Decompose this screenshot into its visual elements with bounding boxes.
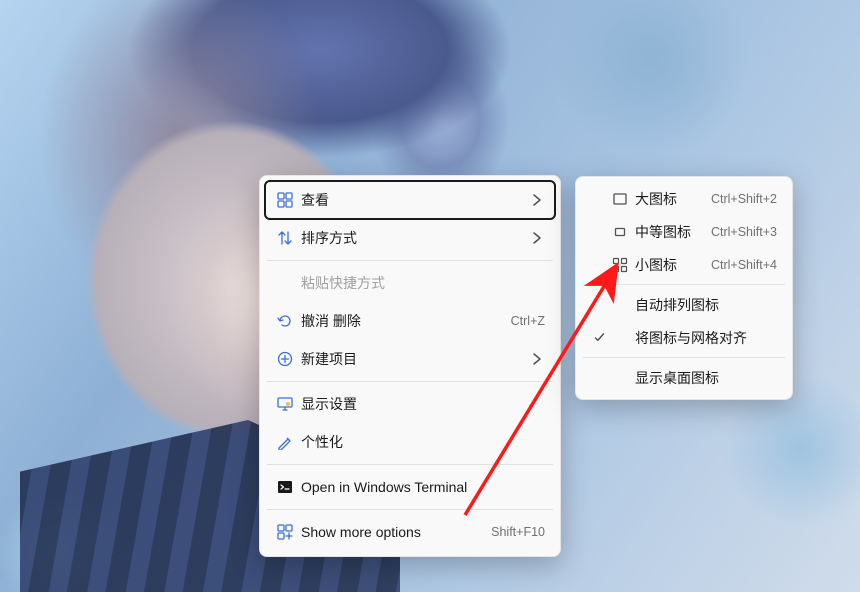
desktop-context-menu: 查看 排序方式 粘贴快捷方式 撤消 删除 Ctrl+Z 新建项目 显示设置 个性… — [259, 175, 561, 557]
menu-item-shortcut: Ctrl+Z — [511, 314, 545, 328]
chevron-right-icon — [529, 192, 545, 208]
menu-item-label: 撤消 删除 — [297, 311, 511, 331]
menu-item-shortcut: Ctrl+Shift+3 — [711, 225, 777, 239]
menu-separator — [583, 357, 785, 358]
submenu-show-desktop-icons[interactable]: 显示桌面图标 — [581, 361, 787, 394]
menu-item-label: 显示桌面图标 — [631, 368, 777, 388]
menu-item-label: 查看 — [297, 190, 529, 210]
menu-open-terminal[interactable]: Open in Windows Terminal — [265, 468, 555, 506]
menu-item-label: 粘贴快捷方式 — [297, 273, 545, 293]
menu-item-label: 排序方式 — [297, 228, 529, 248]
submenu-small-icons[interactable]: 小图标 Ctrl+Shift+4 — [581, 248, 787, 281]
menu-separator — [267, 381, 553, 382]
menu-item-label: 大图标 — [631, 189, 711, 209]
menu-item-label: 个性化 — [297, 432, 545, 452]
display-icon — [273, 396, 297, 412]
terminal-icon — [273, 479, 297, 495]
check-icon — [589, 331, 609, 344]
submenu-medium-icons[interactable]: 中等图标 Ctrl+Shift+3 — [581, 215, 787, 248]
menu-item-label: 自动排列图标 — [631, 295, 777, 315]
menu-separator — [267, 260, 553, 261]
grid-small-icon — [609, 257, 631, 273]
menu-item-label: 将图标与网格对齐 — [631, 328, 777, 348]
new-icon — [273, 351, 297, 367]
menu-item-shortcut: Ctrl+Shift+4 — [711, 258, 777, 272]
menu-item-label: 新建项目 — [297, 349, 529, 369]
submenu-align-to-grid[interactable]: 将图标与网格对齐 — [581, 321, 787, 354]
chevron-right-icon — [529, 351, 545, 367]
sort-icon — [273, 230, 297, 246]
view-submenu: 大图标 Ctrl+Shift+2 中等图标 Ctrl+Shift+3 小图标 C… — [575, 176, 793, 400]
menu-new[interactable]: 新建项目 — [265, 340, 555, 378]
menu-item-label: 中等图标 — [631, 222, 711, 242]
submenu-large-icons[interactable]: 大图标 Ctrl+Shift+2 — [581, 182, 787, 215]
menu-separator — [267, 509, 553, 510]
menu-separator — [267, 464, 553, 465]
menu-item-label: 小图标 — [631, 255, 711, 275]
menu-undo-delete[interactable]: 撤消 删除 Ctrl+Z — [265, 302, 555, 340]
undo-icon — [273, 313, 297, 329]
large-rect-icon — [609, 191, 631, 207]
menu-paste-shortcut: 粘贴快捷方式 — [265, 264, 555, 302]
submenu-auto-arrange[interactable]: 自动排列图标 — [581, 288, 787, 321]
medium-rect-icon — [609, 224, 631, 240]
menu-item-shortcut: Shift+F10 — [491, 525, 545, 539]
menu-item-label: Show more options — [297, 524, 491, 540]
view-icon — [273, 192, 297, 208]
menu-personalize[interactable]: 个性化 — [265, 423, 555, 461]
menu-sort[interactable]: 排序方式 — [265, 219, 555, 257]
menu-show-more-options[interactable]: Show more options Shift+F10 — [265, 513, 555, 551]
menu-item-shortcut: Ctrl+Shift+2 — [711, 192, 777, 206]
chevron-right-icon — [529, 230, 545, 246]
menu-item-label: 显示设置 — [297, 394, 545, 414]
menu-view[interactable]: 查看 — [265, 181, 555, 219]
menu-item-label: Open in Windows Terminal — [297, 479, 545, 495]
personalize-icon — [273, 434, 297, 450]
menu-separator — [583, 284, 785, 285]
more-icon — [273, 524, 297, 540]
menu-display-settings[interactable]: 显示设置 — [265, 385, 555, 423]
